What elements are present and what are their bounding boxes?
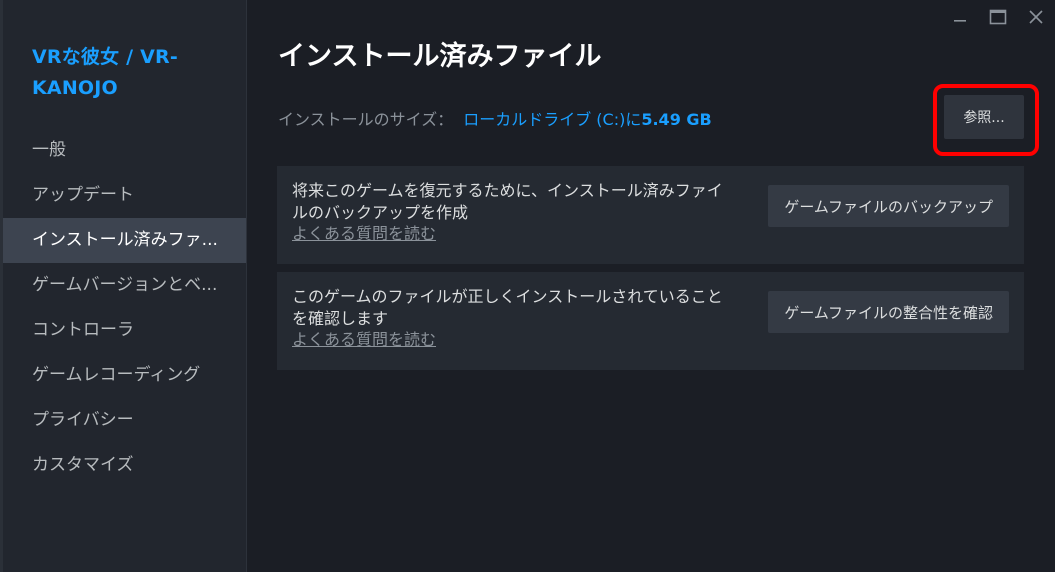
- close-button[interactable]: [1017, 0, 1055, 34]
- sidebar-item-installed-files[interactable]: インストール済みファ...: [3, 218, 246, 263]
- sidebar-item-general[interactable]: 一般: [3, 128, 246, 173]
- install-drive-link[interactable]: ローカルドライブ (C:)に: [463, 110, 641, 129]
- sidebar-item-privacy[interactable]: プライバシー: [3, 398, 246, 443]
- verify-faq-link[interactable]: よくある質問を読む: [292, 330, 737, 350]
- install-size-value: 5.49 GB: [641, 110, 712, 129]
- verify-description: このゲームのファイルが正しくインストールされていることを確認します: [292, 287, 723, 328]
- backup-faq-link[interactable]: よくある質問を読む: [292, 224, 737, 244]
- install-size-row: インストールのサイズ： ローカルドライブ (C:)に5.49 GB: [278, 106, 712, 130]
- backup-description: 将来このゲームを復元するために、インストール済みファイルのバックアップを作成: [292, 181, 723, 222]
- main-panel: インストール済みファイル インストールのサイズ： ローカルドライブ (C:)に5.…: [248, 0, 1055, 572]
- verify-description-block: このゲームのファイルが正しくインストールされていることを確認します よくある質問…: [292, 286, 737, 350]
- settings-nav: 一般 アップデート インストール済みファ... ゲームバージョンとベ... コン…: [3, 128, 246, 488]
- minimize-icon: [954, 20, 966, 22]
- sidebar-item-updates[interactable]: アップデート: [3, 173, 246, 218]
- browse-button[interactable]: 参照...: [944, 95, 1024, 139]
- minimize-button[interactable]: [941, 0, 979, 34]
- game-title: VRな彼女 / VR-KANOJO: [32, 46, 178, 99]
- sidebar-item-customize[interactable]: カスタマイズ: [3, 443, 246, 488]
- backup-card: 将来このゲームを復元するために、インストール済みファイルのバックアップを作成 よ…: [277, 166, 1024, 264]
- backup-game-files-button[interactable]: ゲームファイルのバックアップ: [768, 185, 1009, 227]
- sidebar-item-game-recording[interactable]: ゲームレコーディング: [3, 353, 246, 398]
- page-title: インストール済みファイル: [278, 41, 602, 72]
- sidebar-item-controller[interactable]: コントローラ: [3, 308, 246, 353]
- sidebar: VRな彼女 / VR-KANOJO 一般 アップデート インストール済みファ..…: [0, 0, 247, 572]
- backup-description-block: 将来このゲームを復元するために、インストール済みファイルのバックアップを作成 よ…: [292, 180, 737, 244]
- window-controls: [941, 0, 1055, 34]
- maximize-icon: [989, 9, 1007, 25]
- close-icon: [1029, 10, 1043, 24]
- sidebar-item-game-versions-betas[interactable]: ゲームバージョンとベ...: [3, 263, 246, 308]
- install-size-label: インストールのサイズ：: [278, 110, 454, 129]
- maximize-button[interactable]: [979, 0, 1017, 34]
- verify-card: このゲームのファイルが正しくインストールされていることを確認します よくある質問…: [277, 272, 1024, 370]
- verify-game-files-button[interactable]: ゲームファイルの整合性を確認: [768, 291, 1009, 333]
